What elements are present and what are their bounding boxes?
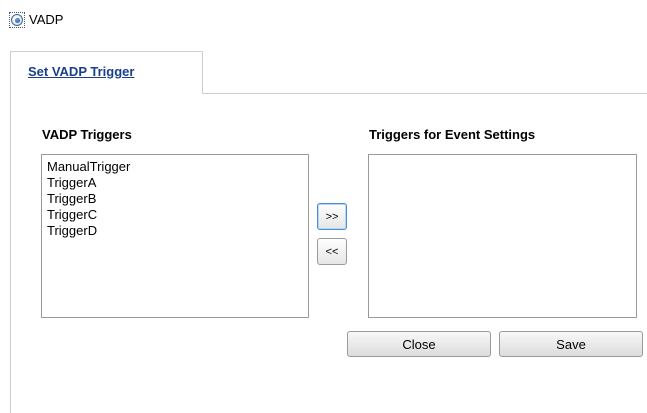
tab-panel-left-border bbox=[10, 93, 11, 413]
vadp-settings-page: VADP Set VADP Trigger VADP Triggers Trig… bbox=[0, 0, 647, 413]
event-triggers-listbox[interactable] bbox=[368, 154, 637, 318]
tab-set-vadp-trigger[interactable]: Set VADP Trigger bbox=[10, 51, 203, 94]
add-trigger-button[interactable]: >> bbox=[317, 203, 347, 230]
save-button[interactable]: Save bbox=[499, 331, 643, 357]
vadp-triggers-listbox[interactable]: ManualTrigger TriggerA TriggerB TriggerC… bbox=[41, 154, 309, 318]
close-button[interactable]: Close bbox=[347, 331, 491, 357]
radio-selected-dot bbox=[14, 17, 20, 23]
list-item[interactable]: TriggerA bbox=[42, 175, 308, 191]
vadp-triggers-heading: VADP Triggers bbox=[42, 127, 132, 142]
list-item[interactable]: ManualTrigger bbox=[42, 159, 308, 175]
list-item[interactable]: TriggerC bbox=[42, 207, 308, 223]
tab-panel-top-border bbox=[202, 93, 647, 94]
list-item[interactable]: TriggerB bbox=[42, 191, 308, 207]
remove-trigger-button[interactable]: << bbox=[317, 238, 347, 265]
vadp-radio-label[interactable]: VADP bbox=[29, 11, 63, 29]
radio-focus-outline bbox=[9, 12, 25, 28]
list-item[interactable]: TriggerD bbox=[42, 223, 308, 239]
vadp-triggers-items: ManualTrigger TriggerA TriggerB TriggerC… bbox=[42, 155, 308, 239]
event-triggers-heading: Triggers for Event Settings bbox=[369, 127, 536, 142]
vadp-radio-button[interactable] bbox=[11, 14, 23, 26]
vadp-radio-option[interactable]: VADP bbox=[9, 11, 63, 29]
tab-label[interactable]: Set VADP Trigger bbox=[28, 64, 134, 79]
